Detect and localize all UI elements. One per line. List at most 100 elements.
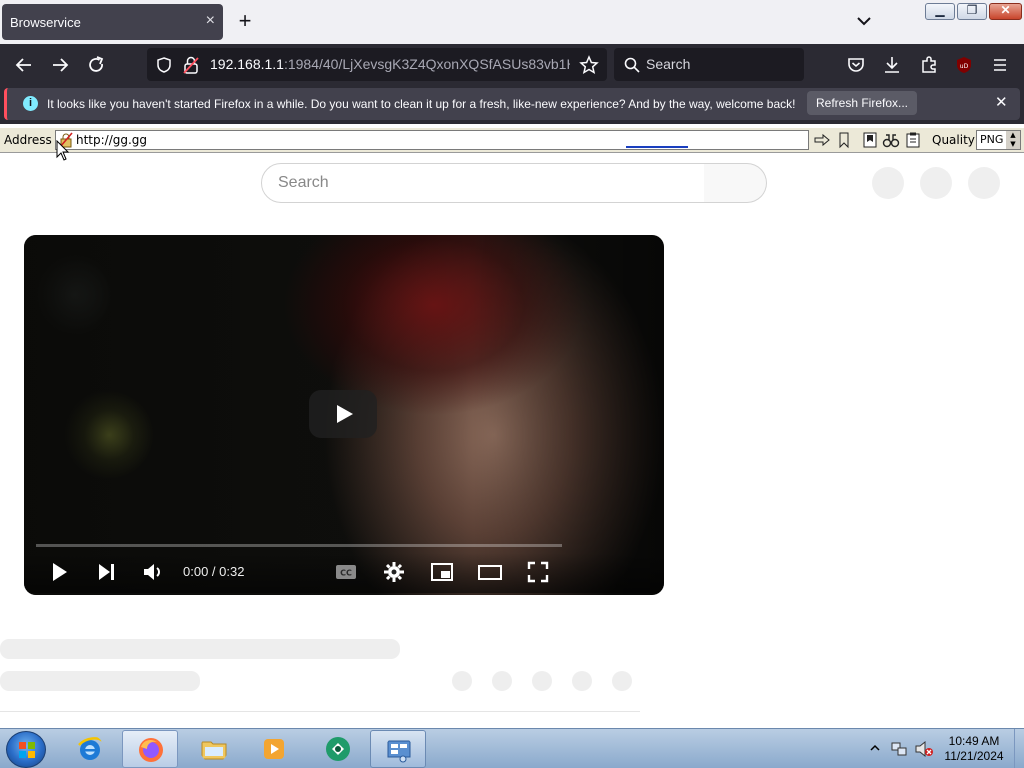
windows-taskbar: 10:49 AM 11/21/2024 — [0, 728, 1024, 768]
show-hidden-icons-icon[interactable] — [870, 743, 880, 753]
placeholder-circle — [872, 167, 904, 199]
window-close-button[interactable]: ✕ — [989, 3, 1022, 20]
window-minimize-button[interactable]: ▁ — [925, 3, 955, 20]
theater-mode-button[interactable] — [477, 559, 503, 585]
network-icon[interactable] — [890, 740, 908, 758]
binoculars-icon — [882, 134, 900, 148]
taskbar-firefox[interactable] — [122, 730, 178, 768]
loading-dot-placeholder — [452, 671, 472, 691]
skip-next-icon — [99, 564, 114, 580]
tab-strip: Browservice × + ▁ ❐ ✕ — [0, 0, 1024, 44]
loading-dot-placeholder — [532, 671, 552, 691]
arrow-left-icon — [15, 58, 31, 72]
taskbar-internet-explorer[interactable] — [62, 730, 118, 768]
navigation-toolbar: 192.168.1.1:1984/40/LjXevsgK3Z4QxonXQSfA… — [0, 44, 1024, 86]
url-text[interactable]: 192.168.1.1:1984/40/LjXevsgK3Z4QxonXQSfA… — [210, 56, 570, 72]
firefox-icon — [139, 738, 163, 762]
puzzle-icon — [922, 56, 936, 73]
loading-dot-placeholder — [492, 671, 512, 691]
ublock-button[interactable]: uD — [951, 52, 977, 78]
green-globe-icon — [326, 737, 350, 761]
taskbar-control-panel[interactable] — [370, 730, 426, 768]
folder-icon — [201, 741, 227, 760]
tab-close-icon[interactable]: × — [206, 12, 215, 30]
forward-button[interactable] — [47, 52, 73, 78]
play-button[interactable] — [46, 559, 72, 585]
clock-date: 11/21/2024 — [944, 749, 1004, 763]
show-desktop-button[interactable] — [1014, 729, 1024, 768]
go-button[interactable] — [813, 131, 831, 149]
close-icon: ✕ — [1000, 3, 1011, 17]
new-tab-button[interactable]: + — [234, 8, 256, 34]
search-box[interactable]: Search — [614, 48, 804, 81]
volume-muted-icon[interactable] — [914, 740, 934, 758]
video-controls: 0:00 / 0:32 CC — [24, 553, 664, 593]
list-all-tabs-button[interactable] — [853, 10, 875, 32]
fullscreen-button[interactable] — [525, 559, 551, 585]
windows-logo-icon — [19, 742, 35, 758]
page-search-button[interactable] — [704, 163, 767, 203]
captions-button[interactable]: CC — [333, 559, 359, 585]
next-button[interactable] — [93, 559, 119, 585]
notification-panel: i It looks like you haven't started Fire… — [4, 88, 1020, 120]
clipboard-icon — [906, 132, 920, 148]
url-bar[interactable]: 192.168.1.1:1984/40/LjXevsgK3Z4QxonXQSfA… — [147, 48, 607, 81]
placeholder-circle — [968, 167, 1000, 199]
arrow-right-icon — [53, 58, 69, 72]
notification-bar: i It looks like you haven't started Fire… — [0, 86, 1024, 124]
video-time: 0:00 / 0:32 — [183, 564, 245, 579]
back-button[interactable] — [11, 52, 37, 78]
large-play-button[interactable] — [309, 390, 377, 438]
search-placeholder: Search — [646, 56, 691, 72]
reload-button[interactable] — [83, 52, 109, 78]
url-path: :1984/40/LjXevsgK3Z4QxonXQSfASUs83vb1HI — [283, 56, 570, 72]
quality-spinner-icon[interactable]: ▲ ▼ — [1006, 131, 1020, 149]
video-progress-bar[interactable] — [36, 544, 562, 547]
find-button[interactable] — [882, 131, 900, 149]
miniplayer-icon — [431, 563, 453, 581]
insecure-lock-icon[interactable] — [183, 56, 199, 74]
taskbar-app-green[interactable] — [310, 730, 366, 768]
address-value: http://gg.gg — [76, 133, 148, 147]
start-button[interactable] — [6, 731, 46, 768]
refresh-firefox-button[interactable]: Refresh Firefox... — [807, 91, 917, 115]
notification-close-icon[interactable]: ✕ — [995, 93, 1008, 111]
browservice-address-bar: Address http://gg.gg Quality PNG ▲ ▼ — [0, 128, 1024, 153]
download-icon — [885, 57, 899, 73]
bookmarks-list-button[interactable] — [861, 131, 879, 149]
address-label: Address — [4, 133, 52, 147]
restore-icon: ❐ — [966, 3, 978, 17]
quality-select[interactable]: PNG ▲ ▼ — [976, 130, 1021, 150]
reload-icon — [89, 56, 104, 72]
bookmark-button[interactable] — [835, 131, 853, 149]
clipboard-button[interactable] — [904, 131, 922, 149]
extensions-button[interactable] — [916, 52, 942, 78]
loading-dot-placeholder — [572, 671, 592, 691]
volume-button[interactable] — [140, 559, 166, 585]
miniplayer-button[interactable] — [429, 559, 455, 585]
taskbar-media-player[interactable] — [246, 730, 302, 768]
window-restore-button[interactable]: ❐ — [957, 3, 987, 20]
pocket-button[interactable] — [843, 52, 869, 78]
tab-title: Browservice — [10, 15, 81, 30]
quality-label: Quality — [932, 133, 975, 147]
minimize-icon: ▁ — [935, 3, 945, 17]
bookmark-star-icon[interactable] — [579, 55, 599, 75]
taskbar-file-explorer[interactable] — [186, 730, 242, 768]
shield-icon[interactable] — [155, 56, 173, 74]
loading-title-placeholder — [0, 639, 400, 659]
taskbar-clock[interactable]: 10:49 AM 11/21/2024 — [938, 734, 1010, 764]
video-player[interactable]: 0:00 / 0:32 CC — [24, 235, 664, 595]
downloads-button[interactable] — [879, 52, 905, 78]
page-search-input[interactable]: Search — [261, 163, 705, 203]
hamburger-menu-icon — [994, 59, 1006, 71]
page-search-placeholder: Search — [278, 174, 329, 191]
app-menu-button[interactable] — [987, 52, 1013, 78]
settings-button[interactable] — [381, 559, 407, 585]
bookmark-icon — [839, 132, 849, 149]
tab-browservice[interactable]: Browservice × — [2, 4, 223, 40]
address-input[interactable]: http://gg.gg — [55, 130, 809, 150]
bookmark-list-icon — [863, 132, 877, 148]
chevron-down-icon — [857, 17, 871, 26]
arrow-right-icon — [814, 133, 830, 147]
